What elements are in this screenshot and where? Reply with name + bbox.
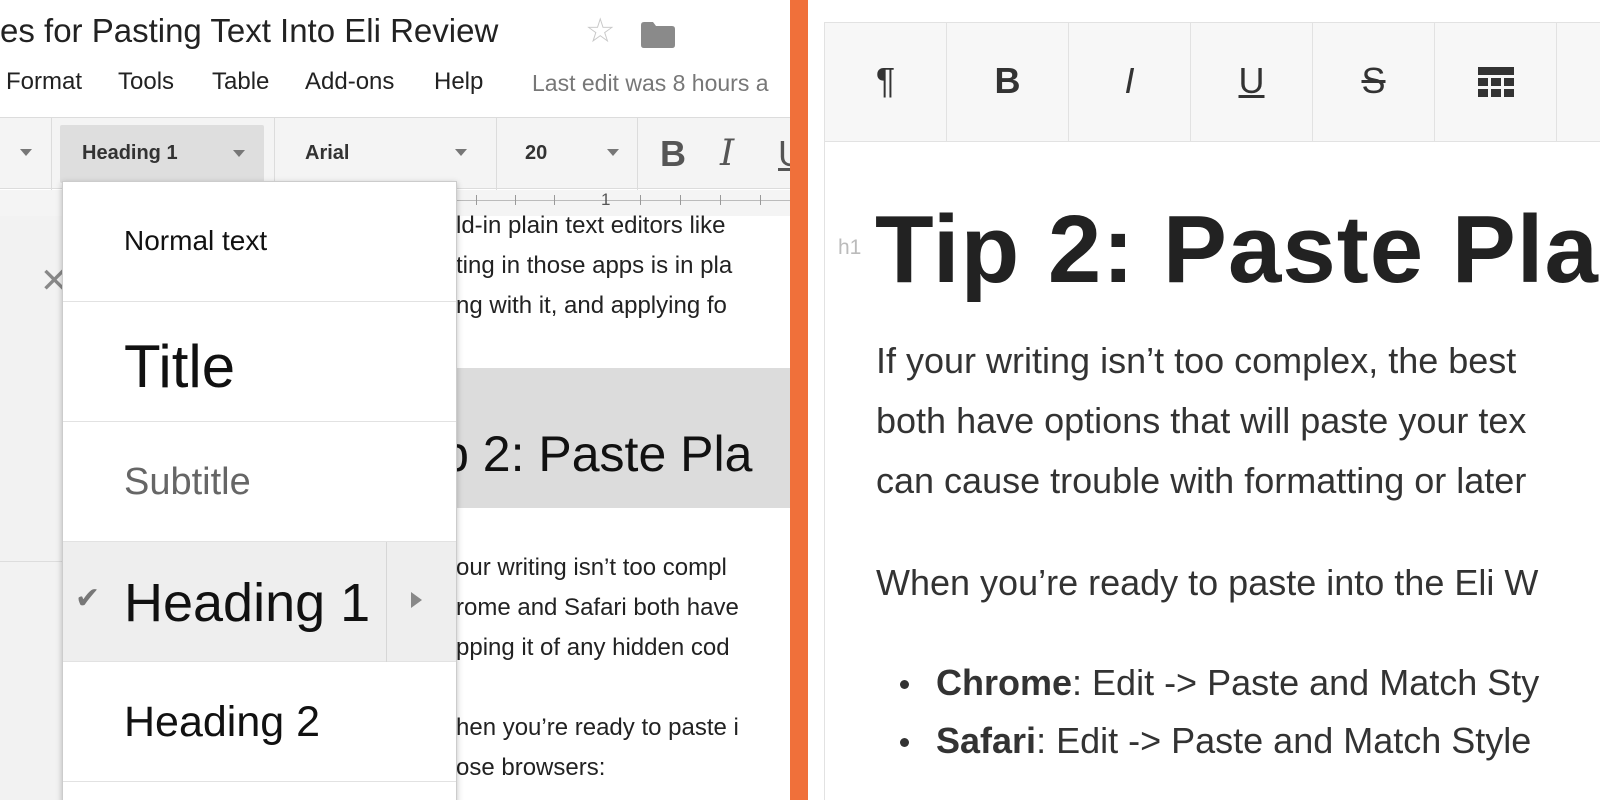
underline-button[interactable]: U bbox=[778, 136, 790, 172]
menu-table[interactable]: Table bbox=[212, 68, 269, 96]
document-title[interactable]: es for Pasting Text Into Eli Review bbox=[0, 12, 498, 50]
eli-paragraph-line: can cause trouble with formatting or lat… bbox=[876, 460, 1527, 501]
list-item: Safari: Edit -> Paste and Match Style bbox=[936, 720, 1531, 762]
underline-button[interactable]: U bbox=[1191, 23, 1313, 141]
list-item-text: : Edit -> Paste and Match Style bbox=[1036, 720, 1532, 761]
eli-editor-toolbar: ¶ B I U S bbox=[824, 22, 1600, 142]
submenu-arrow-icon[interactable] bbox=[411, 592, 422, 608]
ruler-tick bbox=[720, 195, 721, 205]
paragraph-icon: ¶ bbox=[875, 60, 896, 101]
chevron-down-icon bbox=[455, 149, 467, 156]
font-select[interactable]: Arial bbox=[275, 118, 495, 190]
link-button[interactable] bbox=[1557, 23, 1600, 141]
eli-paragraph-line: If your writing isn’t too complex, the b… bbox=[876, 340, 1517, 381]
folder-icon[interactable] bbox=[641, 22, 675, 48]
paragraph-style-select[interactable]: Heading 1 bbox=[60, 125, 264, 183]
docs-toolbar: Heading 1 Arial 20 B I U bbox=[0, 117, 790, 190]
google-docs-pane: es for Pasting Text Into Eli Review ☆ Fo… bbox=[0, 0, 790, 800]
strikethrough-icon: S bbox=[1361, 60, 1386, 101]
doc-body-line: ng with it, and applying fo bbox=[456, 292, 727, 319]
submenu-divider bbox=[386, 542, 387, 662]
table-button[interactable] bbox=[1435, 23, 1557, 141]
list-item-bold: Safari bbox=[936, 720, 1037, 761]
strikethrough-button[interactable]: S bbox=[1313, 23, 1435, 141]
style-option-title[interactable]: Title bbox=[63, 302, 456, 422]
style-option-heading-1[interactable]: ✔ Heading 1 bbox=[63, 542, 456, 662]
check-icon: ✔ bbox=[75, 582, 101, 615]
doc-heading[interactable]: ip 2: Paste Pla bbox=[430, 425, 752, 483]
chevron-down-icon bbox=[233, 150, 245, 157]
style-option-label: Heading 2 bbox=[124, 698, 321, 746]
ruler-tick bbox=[680, 195, 681, 205]
menu-add-ons[interactable]: Add-ons bbox=[305, 68, 394, 96]
paragraph-button[interactable]: ¶ bbox=[825, 23, 947, 141]
block-type-tag: h1 bbox=[838, 236, 862, 259]
style-option-label: Normal text bbox=[124, 225, 268, 256]
list-item-text: : Edit -> Paste and Match Sty bbox=[1072, 662, 1540, 703]
style-option-label: Heading 1 bbox=[124, 573, 371, 633]
style-option-heading-2[interactable]: Heading 2 bbox=[63, 662, 456, 782]
bold-button[interactable]: B bbox=[947, 23, 1069, 141]
italic-icon: I bbox=[1124, 60, 1135, 101]
italic-button[interactable]: I bbox=[720, 136, 734, 172]
ruler-tick bbox=[515, 195, 516, 205]
table-icon bbox=[1477, 67, 1514, 97]
ruler-track bbox=[440, 200, 790, 201]
doc-body-line: hen you’re ready to paste i bbox=[456, 714, 739, 741]
font-size-select[interactable]: 20 bbox=[497, 118, 637, 190]
doc-body-line: rome and Safari both have bbox=[456, 594, 739, 621]
underline-icon: U bbox=[1238, 60, 1265, 101]
bold-button[interactable]: B bbox=[660, 136, 686, 172]
list-item-bold: Chrome bbox=[936, 662, 1073, 703]
menu-tools[interactable]: Tools bbox=[118, 68, 174, 96]
eli-review-pane: ¶ B I U S h1 Tip 2: Paste Pla If your wr… bbox=[808, 0, 1600, 800]
gutter-divider bbox=[0, 561, 62, 562]
ruler-tick bbox=[554, 195, 555, 205]
style-option-label: Subtitle bbox=[124, 461, 251, 503]
eli-paragraph-line: both have options that will paste your t… bbox=[876, 400, 1527, 441]
sidebar-gutter bbox=[0, 216, 62, 800]
ruler-tick bbox=[640, 195, 641, 205]
doc-body-line: ld-in plain text editors like bbox=[456, 212, 726, 239]
bullet-icon bbox=[900, 680, 909, 689]
star-icon[interactable]: ☆ bbox=[585, 14, 615, 48]
style-option-label: Title bbox=[124, 333, 236, 400]
last-edit-status[interactable]: Last edit was 8 hours a bbox=[532, 70, 769, 97]
menu-format[interactable]: Format bbox=[6, 68, 82, 96]
ruler-tick bbox=[476, 195, 477, 205]
font-value: Arial bbox=[305, 142, 350, 164]
ruler-number: 1 bbox=[601, 190, 611, 209]
font-size-value: 20 bbox=[525, 142, 548, 164]
menu-help[interactable]: Help bbox=[434, 68, 483, 96]
doc-body-line: ting in those apps is in pla bbox=[456, 252, 733, 279]
eli-paragraph-line: When you’re ready to paste into the Eli … bbox=[876, 562, 1539, 603]
bold-icon: B bbox=[994, 60, 1021, 101]
bullet-icon bbox=[900, 738, 909, 747]
chevron-down-icon[interactable] bbox=[20, 149, 32, 156]
toolbar-separator bbox=[51, 118, 52, 190]
pane-divider bbox=[790, 0, 808, 800]
doc-body-line: our writing isn’t too compl bbox=[456, 554, 727, 581]
doc-body-line: ose browsers: bbox=[456, 754, 606, 781]
paragraph-style-value: Heading 1 bbox=[82, 142, 178, 164]
paragraph-style-dropdown: Normal text Title Subtitle ✔ Heading 1 H… bbox=[62, 181, 457, 800]
list-item: Chrome: Edit -> Paste and Match Sty bbox=[936, 662, 1539, 704]
style-option-normal-text[interactable]: Normal text bbox=[63, 182, 456, 302]
eli-heading[interactable]: Tip 2: Paste Pla bbox=[875, 195, 1599, 305]
italic-button[interactable]: I bbox=[1069, 23, 1191, 141]
chevron-down-icon bbox=[607, 149, 619, 156]
style-option-subtitle[interactable]: Subtitle bbox=[63, 422, 456, 542]
toolbar-separator bbox=[637, 118, 638, 190]
doc-body-line: pping it of any hidden cod bbox=[456, 634, 730, 661]
ruler-tick bbox=[760, 195, 761, 205]
